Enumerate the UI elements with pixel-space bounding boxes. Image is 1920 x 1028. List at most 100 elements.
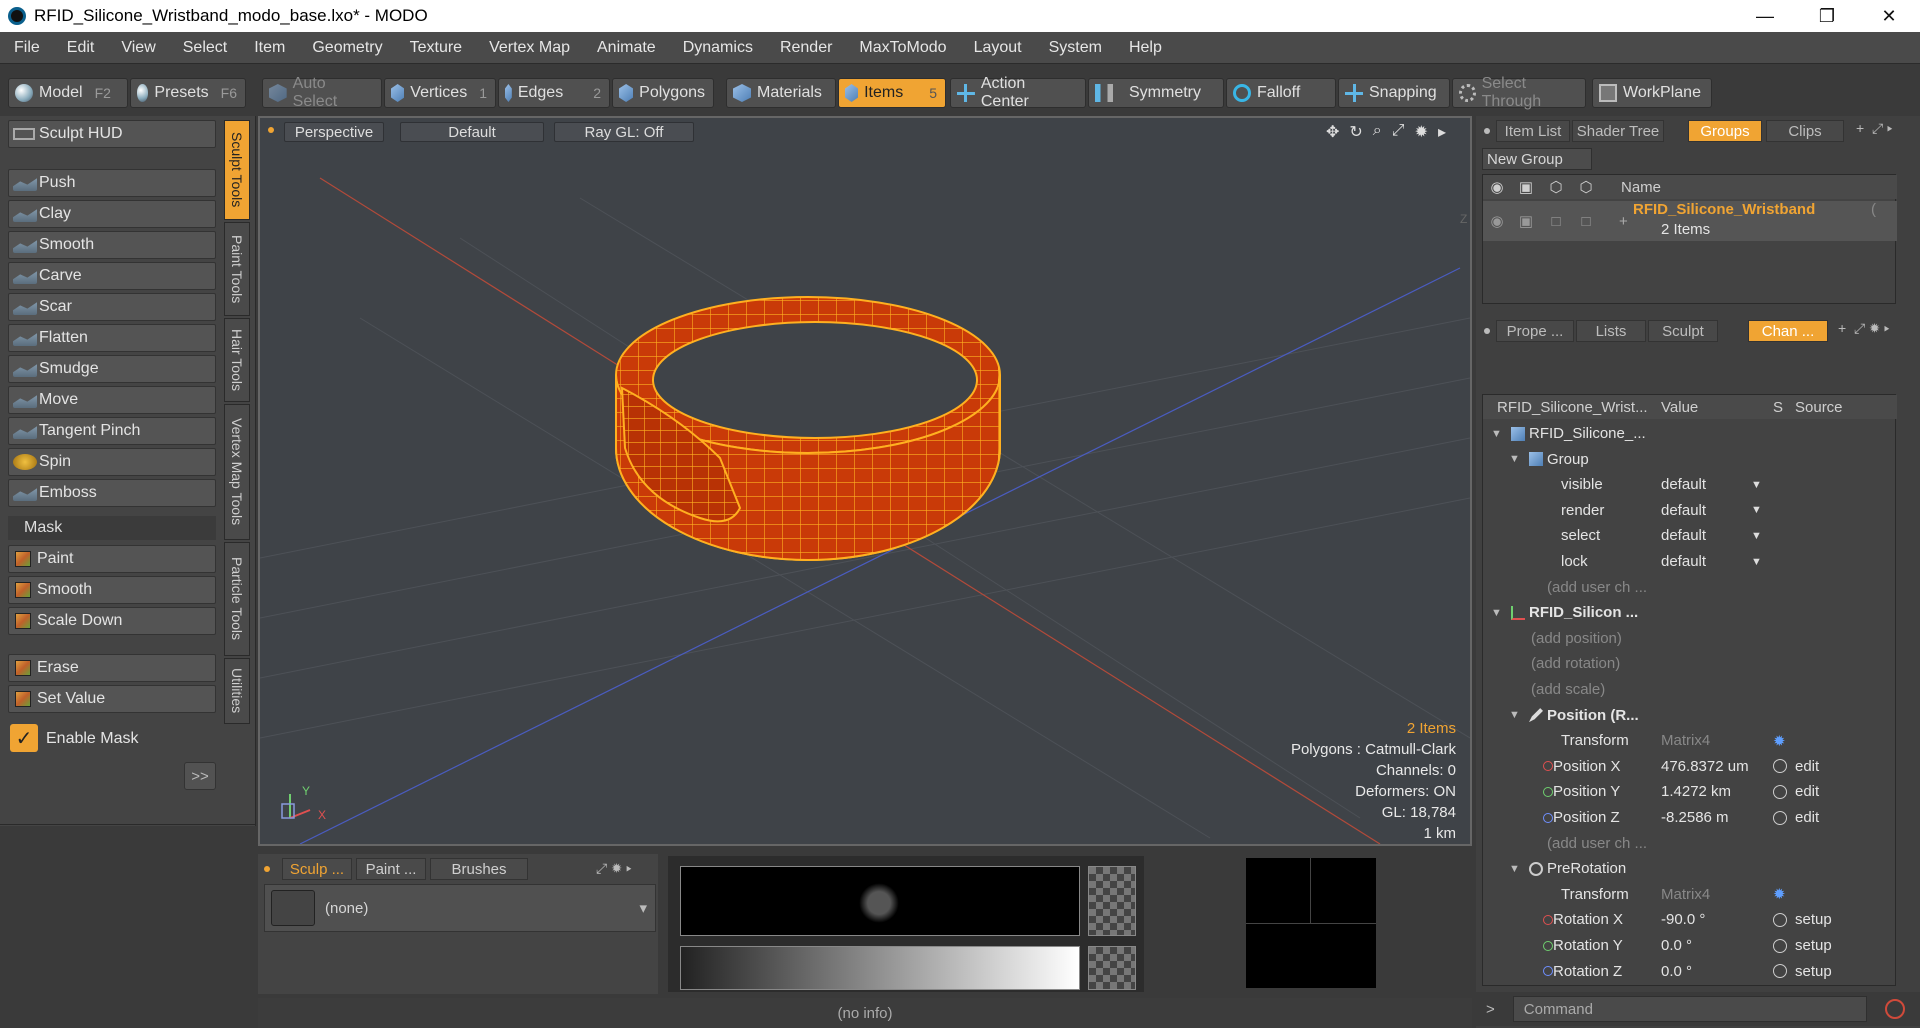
arrow-right-icon[interactable]: ▸ (1438, 122, 1446, 142)
command-input[interactable]: Command (1512, 996, 1867, 1022)
group-row[interactable]: ◉ ▣ □ □ + RFID_Silicone_Wristband ( 2 It… (1483, 201, 1897, 241)
visibility-toggle[interactable]: ◉ (1483, 212, 1511, 230)
polygons-button[interactable]: Polygons (612, 78, 714, 108)
expand-triangle-icon[interactable]: ▼ (1491, 607, 1502, 619)
menu-file[interactable]: File (0, 39, 53, 57)
channel-value[interactable]: -90.0 ° (1661, 911, 1705, 928)
tool-push[interactable]: Push (8, 169, 216, 197)
wristband-mesh[interactable] (615, 296, 1001, 561)
expand-triangle-icon[interactable]: ▼ (1491, 428, 1502, 440)
channel-row[interactable]: ▼ PreRotation (1483, 856, 1897, 881)
presets-button[interactable]: Presets F6 (130, 78, 246, 108)
select-through-button[interactable]: Select Through (1452, 75, 1586, 110)
key-circle-icon[interactable] (1773, 784, 1787, 799)
symmetry-button[interactable]: Symmetry (1088, 78, 1224, 108)
auto-select-button[interactable]: Auto Select (262, 75, 382, 110)
tool-carve[interactable]: Carve (8, 262, 216, 290)
minimize-button[interactable]: — (1734, 0, 1796, 32)
channel-row[interactable]: ▼ RFID_Silicon ... (1483, 600, 1897, 625)
channel-row[interactable]: ▼ Group (1483, 447, 1897, 472)
channel-row[interactable]: (add scale) (1483, 677, 1897, 702)
tab-hair-tools[interactable]: Hair Tools (224, 318, 250, 402)
tab-sculpt-tools[interactable]: Sculpt Tools (224, 120, 250, 220)
select-toggle[interactable]: □ (1571, 213, 1601, 230)
channel-value[interactable]: Matrix4 (1661, 732, 1710, 749)
edges-button[interactable]: Edges 2 (498, 78, 610, 108)
items-button[interactable]: Items 5 (838, 78, 946, 108)
tool-flatten[interactable]: Flatten (8, 324, 216, 352)
settings-icon[interactable]: ✹ (1415, 122, 1428, 142)
key-circle-icon[interactable] (1773, 759, 1787, 774)
key-circle-icon[interactable] (1773, 810, 1787, 825)
channel-row[interactable]: Position X 476.8372 um edit (1483, 754, 1897, 779)
expand-icon[interactable]: + (1619, 213, 1628, 230)
channel-row[interactable]: ▼ Position (R... (1483, 703, 1897, 728)
channel-row[interactable]: Rotation Y 0.0 ° setup (1483, 933, 1897, 958)
menu-view[interactable]: View (107, 39, 168, 57)
channel-row[interactable]: render default ▼ (1483, 498, 1897, 523)
render-toggle[interactable]: ▣ (1511, 212, 1541, 230)
record-icon[interactable] (1884, 999, 1905, 1019)
chevron-down-icon[interactable]: ▼ (1751, 504, 1762, 516)
vertices-button[interactable]: Vertices 1 (384, 78, 496, 108)
panel-tools[interactable]: + ⤢ ▸ (1856, 120, 1892, 137)
action-center-button[interactable]: Action Center (950, 75, 1086, 110)
channel-row[interactable]: Position Z -8.2586 m edit (1483, 805, 1897, 830)
menu-dynamics[interactable]: Dynamics (669, 39, 766, 57)
mask-section-header[interactable]: Mask (8, 516, 216, 540)
lock-toggle[interactable]: □ (1541, 213, 1571, 230)
channel-value[interactable]: 476.8372 um (1661, 758, 1749, 775)
menu-item[interactable]: Item (240, 39, 298, 57)
more-button[interactable]: >> (184, 762, 216, 790)
channel-value[interactable]: 1.4272 km (1661, 783, 1731, 800)
channel-value[interactable]: -8.2586 m (1661, 809, 1729, 826)
mask-scale-down[interactable]: Scale Down (8, 607, 216, 635)
tab-channels[interactable]: Chan ... (1748, 320, 1828, 342)
menu-vertex-map[interactable]: Vertex Map (475, 39, 583, 57)
channel-row[interactable]: (add user ch ... (1483, 575, 1897, 600)
gear-icon[interactable]: ✹ (1773, 885, 1786, 903)
snapping-button[interactable]: Snapping (1338, 78, 1450, 108)
zoom-icon[interactable]: ⌕ (1373, 122, 1382, 142)
tool-smooth[interactable]: Smooth (8, 231, 216, 259)
channel-value[interactable]: default (1661, 502, 1706, 519)
tab-utilities[interactable]: Utilities (224, 658, 250, 724)
3d-viewport[interactable]: Y X Z Perspective Default Ray GL: Off ✥ … (258, 116, 1472, 846)
tool-smudge[interactable]: Smudge (8, 355, 216, 383)
falloff-button[interactable]: Falloff (1226, 78, 1336, 108)
mask-paint[interactable]: Paint (8, 545, 216, 573)
key-circle-icon[interactable] (1773, 912, 1787, 927)
mask-erase[interactable]: Erase (8, 654, 216, 682)
new-group-button[interactable]: New Group (1482, 148, 1592, 170)
tool-clay[interactable]: Clay (8, 200, 216, 228)
workplane-button[interactable]: WorkPlane (1592, 78, 1712, 108)
tab-item-list[interactable]: Item List (1496, 120, 1570, 142)
tool-move[interactable]: Move (8, 386, 216, 414)
channel-row[interactable]: Rotation X -90.0 ° setup (1483, 907, 1897, 932)
channel-value[interactable]: 0.0 ° (1661, 963, 1692, 980)
tool-emboss[interactable]: Emboss (8, 479, 216, 507)
panel-tools[interactable]: + ⤢ ✹ ▸ (1838, 320, 1889, 337)
channel-value[interactable]: 0.0 ° (1661, 937, 1692, 954)
channel-row[interactable]: visible default ▼ (1483, 472, 1897, 497)
channel-row[interactable]: (add rotation) (1483, 651, 1897, 676)
menu-maxtomodo[interactable]: MaxToModo (845, 39, 959, 57)
channel-value[interactable]: default (1661, 527, 1706, 544)
expand-triangle-icon[interactable]: ▼ (1509, 709, 1520, 721)
mask-smooth[interactable]: Smooth (8, 576, 216, 604)
panel-icons[interactable]: ⤢ ✹ ▸ (596, 860, 631, 877)
channel-row[interactable]: Rotation Z 0.0 ° setup (1483, 959, 1897, 984)
lock-icon[interactable]: ⬡ (1541, 178, 1571, 196)
close-button[interactable]: ✕ (1858, 0, 1920, 32)
tab-shader-tree[interactable]: Shader Tree (1572, 120, 1664, 142)
pan-icon[interactable]: ✥ (1326, 122, 1339, 142)
gradient-bar[interactable] (680, 946, 1080, 990)
chevron-down-icon[interactable]: ▼ (1751, 530, 1762, 542)
tab-paint-tools[interactable]: Paint Tools (224, 222, 250, 316)
viewport-canvas[interactable] (260, 118, 1470, 844)
key-circle-icon[interactable] (1773, 964, 1787, 979)
enable-mask-checkbox[interactable]: ✓ (10, 724, 38, 752)
menu-geometry[interactable]: Geometry (298, 39, 395, 57)
maximize-button[interactable]: ❐ (1796, 0, 1858, 32)
menu-edit[interactable]: Edit (53, 39, 108, 57)
